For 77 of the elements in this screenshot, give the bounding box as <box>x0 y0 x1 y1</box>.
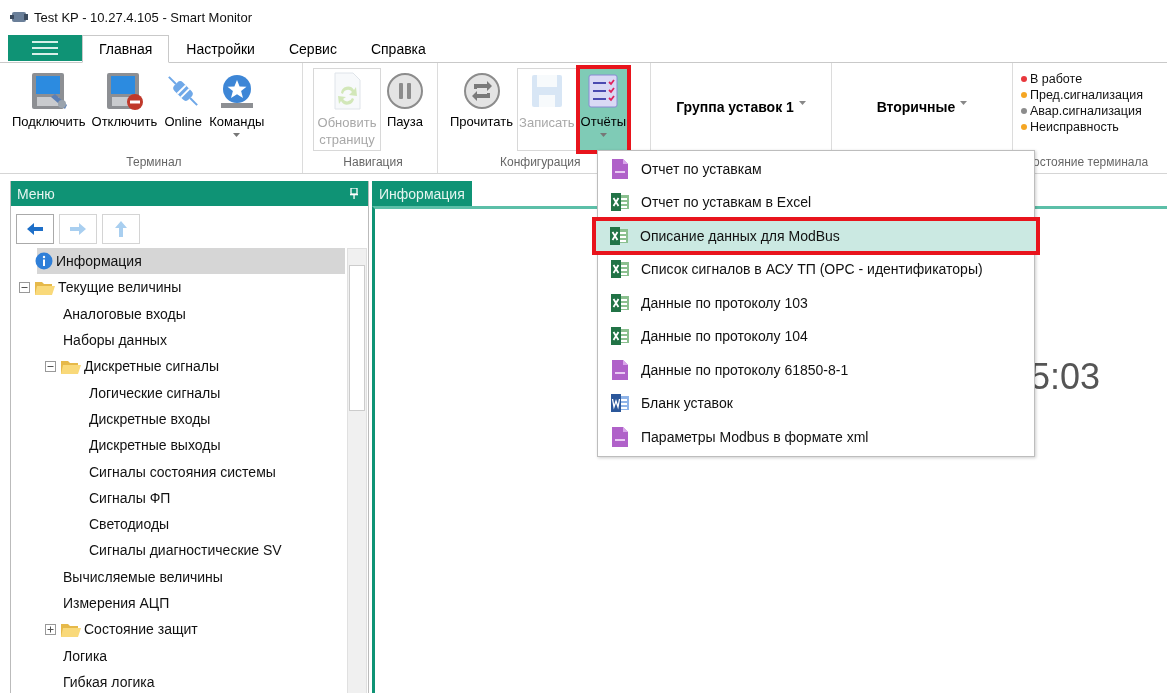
text-file-icon <box>612 158 628 179</box>
status-label: Авар.сигнализация <box>1030 104 1142 118</box>
ribbon-button[interactable]: Online <box>161 68 206 151</box>
menu-button[interactable] <box>8 35 82 61</box>
caret-icon <box>798 101 806 105</box>
menu-item[interactable]: Отчет по уставкам в Excel <box>599 185 1033 219</box>
text-file-icon <box>612 359 628 380</box>
tree-item[interactable]: Дискретные сигналы <box>11 353 345 380</box>
menu-item[interactable]: Данные по протоколу 104 <box>599 319 1033 353</box>
ribbon-button[interactable]: Прочитать <box>448 68 516 151</box>
dropdown-button[interactable]: Вторичные <box>870 98 974 116</box>
tree-item[interactable]: Вычисляемые величины <box>11 563 345 590</box>
tree-item[interactable]: Дискретные входы <box>11 405 345 433</box>
info-icon <box>35 252 53 271</box>
folder-icon <box>61 358 81 374</box>
menu-item[interactable]: Бланк уставок <box>599 386 1033 420</box>
group-label: Конфигурация <box>500 154 581 171</box>
ribbon-button[interactable]: Отключить <box>89 68 160 151</box>
back-button[interactable] <box>16 214 54 244</box>
ribbon-tab[interactable]: Сервис <box>271 35 354 63</box>
ribbon-tab[interactable]: Настройки <box>169 35 272 63</box>
scrollbar[interactable] <box>347 248 367 693</box>
spreadsheet-icon <box>610 226 628 245</box>
tree-item[interactable]: Гибкая логика <box>11 668 345 693</box>
circular-arrows-icon <box>461 71 502 111</box>
caret-icon <box>599 133 607 137</box>
collapse-icon[interactable] <box>19 281 30 293</box>
menu-item[interactable]: Описание данных для ModBus <box>594 219 1038 253</box>
ribbon-button[interactable]: Команды <box>207 68 267 151</box>
tree-item[interactable]: Аналоговые входы <box>11 300 345 327</box>
tree-item[interactable]: Наборы данных <box>11 326 345 354</box>
caret-icon <box>960 101 968 105</box>
expand-icon[interactable] <box>45 623 56 635</box>
tree-item[interactable]: Сигналы диагностические SV <box>11 537 345 564</box>
panel-title: Меню <box>17 185 55 202</box>
tree-item[interactable]: Логические сигналы <box>11 379 345 406</box>
folder-icon <box>35 279 55 295</box>
ribbon-button[interactable]: Подключить <box>10 68 88 151</box>
monitor-stop-icon <box>104 71 145 111</box>
pause-icon <box>385 71 425 111</box>
spreadsheet-icon <box>611 327 629 346</box>
spreadsheet-icon <box>611 193 629 212</box>
window-title: Test KP - 10.27.4.105 - Smart Monitor <box>34 9 252 25</box>
group-label: Навигация <box>343 154 403 171</box>
status-label: Пред.сигнализация <box>1030 88 1143 102</box>
pin-icon[interactable] <box>350 188 358 199</box>
tree-item[interactable]: Сигналы ФП <box>11 484 345 511</box>
app-icon <box>10 10 28 24</box>
ribbon-button[interactable]: Отчёты <box>578 68 628 151</box>
tree-item[interactable]: Светодиоды <box>11 510 345 538</box>
tree-item[interactable]: Логика <box>11 642 345 669</box>
menu-item[interactable]: Список сигналов в АСУ ТП (OPC - идентификаторы) <box>599 252 1033 286</box>
ribbon-tab[interactable]: Справка <box>353 35 443 63</box>
group-label: Терминал <box>126 154 182 171</box>
status-label: Неисправность <box>1030 120 1119 134</box>
spreadsheet-icon <box>611 293 629 312</box>
text-file-icon <box>612 426 628 447</box>
tree-item[interactable]: Текущие величины <box>11 274 345 301</box>
ribbon-button[interactable]: Пауза <box>383 68 427 151</box>
spreadsheet-icon <box>611 260 629 279</box>
dropdown-button[interactable]: Группа уставок 1 <box>670 98 812 116</box>
collapse-icon[interactable] <box>45 360 56 372</box>
document-icon <box>611 394 629 413</box>
tree-item[interactable]: Состояние защит <box>11 616 345 643</box>
status-label: В работе <box>1030 72 1083 86</box>
caret-icon <box>233 133 241 137</box>
group-label: остояние терминала <box>1032 154 1150 171</box>
menu-item[interactable]: Параметры Modbus в формате xml <box>599 420 1033 454</box>
tree-item[interactable]: Сигналы состояния системы <box>11 458 345 485</box>
ribbon-tab[interactable]: Главная <box>82 35 170 63</box>
menu-icon <box>32 41 58 55</box>
tree-item[interactable]: Измерения АЦП <box>11 589 345 617</box>
folder-icon <box>61 621 81 637</box>
tree-item[interactable]: Дискретные выходы <box>11 432 345 459</box>
menu-item[interactable]: Данные по протоколу 103 <box>599 286 1033 320</box>
menu-item[interactable]: Отчет по уставкам <box>599 152 1033 186</box>
menu-item[interactable]: Данные по протоколу 61850-8-1 <box>599 353 1033 387</box>
